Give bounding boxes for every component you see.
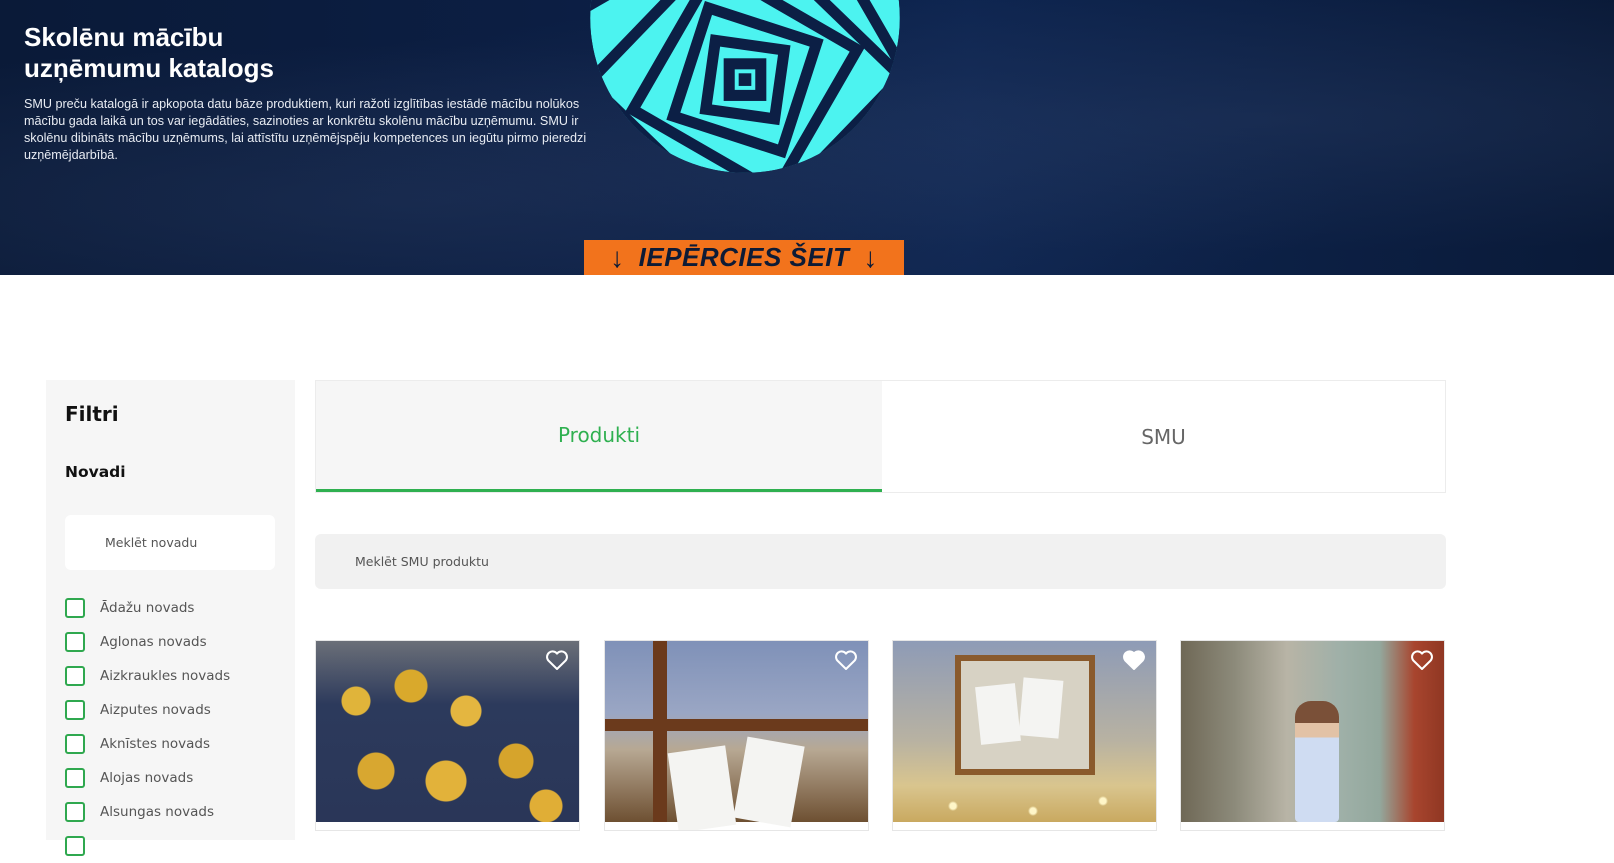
drawing-paper: [667, 745, 737, 830]
region-checkbox[interactable]: [65, 632, 85, 652]
shop-here-button[interactable]: ↓ IEPĒRCIES ŠEIT ↓: [584, 240, 904, 275]
region-label: Aizputes novads: [100, 702, 211, 718]
region-search-input[interactable]: [65, 515, 275, 570]
heart-icon[interactable]: [1122, 649, 1146, 671]
region-label: Aizkraukles novads: [100, 668, 231, 684]
region-checkbox[interactable]: [65, 700, 85, 720]
product-image-framed-drawings[interactable]: [605, 641, 868, 830]
product-card[interactable]: [1180, 640, 1445, 831]
region-checkbox[interactable]: [65, 802, 85, 822]
tab-smu[interactable]: SMU: [882, 381, 1445, 492]
region-checkbox[interactable]: [65, 768, 85, 788]
arrow-down-icon: ↓: [863, 241, 878, 273]
filters-sidebar: Filtri Novadi Ādažu novads Aglonas novad…: [46, 380, 295, 856]
product-image-framed-drawings-lights[interactable]: [893, 641, 1156, 822]
filters-title: Filtri: [65, 402, 119, 426]
region-item[interactable]: [65, 829, 230, 863]
region-list: Ādažu novads Aglonas novads Aizkraukles …: [65, 591, 230, 863]
region-item[interactable]: Aizputes novads: [65, 693, 230, 727]
catalog-tabs: Produkti SMU: [315, 380, 1446, 493]
region-label: Aknīstes novads: [100, 736, 210, 752]
product-search-input[interactable]: [315, 534, 1446, 589]
drawing-paper: [975, 683, 1021, 745]
product-card[interactable]: [892, 640, 1157, 831]
person-figure: [1295, 701, 1339, 822]
region-item[interactable]: Alojas novads: [65, 761, 230, 795]
region-label: Ādažu novads: [100, 600, 195, 616]
region-checkbox[interactable]: [65, 734, 85, 754]
hero-description: SMU preču katalogā ir apkopota datu bāze…: [24, 97, 587, 162]
product-image-candles[interactable]: [316, 641, 579, 822]
region-filter-title: Novadi: [65, 463, 126, 481]
region-item[interactable]: Aglonas novads: [65, 625, 230, 659]
drawing-paper: [1018, 677, 1064, 739]
heart-icon[interactable]: [834, 649, 858, 671]
region-checkbox[interactable]: [65, 666, 85, 686]
product-card[interactable]: [315, 640, 580, 831]
page-title: Skolēnu mācību uzņēmumu katalogs: [24, 22, 274, 83]
region-item[interactable]: Alsungas novads: [65, 795, 230, 829]
region-label: Alojas novads: [100, 770, 194, 786]
drawing-paper: [733, 736, 805, 828]
heart-icon[interactable]: [1410, 649, 1434, 671]
tab-products[interactable]: Produkti: [316, 381, 882, 492]
smu-logo: [590, 0, 900, 173]
shop-here-label: IEPĒRCIES ŠEIT: [638, 242, 850, 272]
region-checkbox[interactable]: [65, 836, 85, 856]
region-item[interactable]: Ādažu novads: [65, 591, 230, 625]
region-label: Alsungas novads: [100, 804, 214, 820]
arrow-down-icon: ↓: [610, 241, 625, 273]
product-image-person-street[interactable]: [1181, 641, 1444, 822]
region-item[interactable]: Aknīstes novads: [65, 727, 230, 761]
hero-banner: Skolēnu mācību uzņēmumu katalogs SMU pre…: [0, 0, 1614, 275]
region-label: Aglonas novads: [100, 634, 207, 650]
product-card[interactable]: [604, 640, 869, 831]
region-checkbox[interactable]: [65, 598, 85, 618]
region-item[interactable]: Aizkraukles novads: [65, 659, 230, 693]
heart-icon[interactable]: [545, 649, 569, 671]
